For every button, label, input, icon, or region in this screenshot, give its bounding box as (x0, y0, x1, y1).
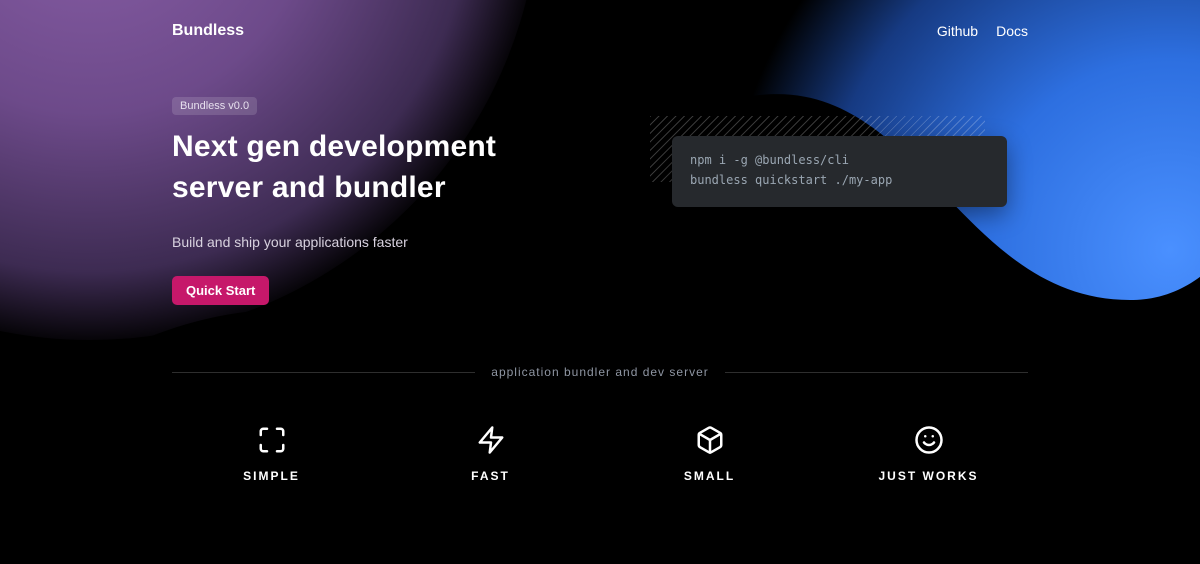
site-header: Bundless Github Docs (172, 0, 1028, 40)
feature-label: SMALL (684, 469, 735, 483)
feature-label: SIMPLE (243, 469, 300, 483)
hero-section: Bundless v0.0 Next gen development serve… (172, 96, 1028, 305)
nav-link-github[interactable]: Github (937, 23, 978, 39)
feature-label: JUST WORKS (878, 469, 978, 483)
section-divider: application bundler and dev server (172, 365, 1028, 379)
feature-simple: SIMPLE (172, 425, 371, 483)
quick-start-button[interactable]: Quick Start (172, 276, 269, 305)
divider-line (725, 372, 1028, 373)
code-snippet[interactable]: npm i -g @bundless/cli bundless quicksta… (672, 136, 1007, 207)
divider-line (172, 372, 475, 373)
feature-just-works: JUST WORKS (829, 425, 1028, 483)
zap-icon (476, 425, 506, 455)
feature-small: SMALL (610, 425, 809, 483)
page-title: Next gen development server and bundler (172, 127, 532, 208)
feature-fast: FAST (391, 425, 590, 483)
nav-link-docs[interactable]: Docs (996, 23, 1028, 39)
package-icon (695, 425, 725, 455)
feature-label: FAST (471, 469, 510, 483)
smile-icon (914, 425, 944, 455)
primary-nav: Github Docs (937, 23, 1028, 39)
version-badge: Bundless v0.0 (172, 97, 257, 115)
divider-label: application bundler and dev server (491, 365, 708, 379)
code-snippet-card: npm i -g @bundless/cli bundless quicksta… (672, 136, 1007, 207)
maximize-icon (257, 425, 287, 455)
brand-logo[interactable]: Bundless (172, 22, 244, 40)
features-row: SIMPLE FAST SMALL (172, 425, 1028, 483)
page-subtitle: Build and ship your applications faster (172, 234, 1028, 250)
